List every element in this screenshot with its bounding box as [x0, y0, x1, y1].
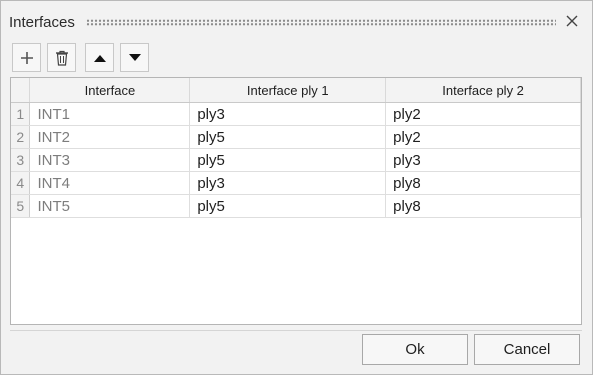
table-row[interactable]: 2 INT2 ply5 ply2: [11, 125, 581, 149]
interface-cell[interactable]: INT1: [29, 102, 191, 126]
interface-cell[interactable]: INT5: [29, 194, 191, 218]
ply2-cell[interactable]: ply8: [385, 171, 581, 195]
ply1-cell[interactable]: ply3: [189, 171, 387, 195]
table-row[interactable]: 5 INT5 ply5 ply8: [11, 194, 581, 218]
table-row[interactable]: 4 INT4 ply3 ply8: [11, 171, 581, 195]
column-header-interface-ply-2[interactable]: Interface ply 2: [385, 78, 581, 103]
dialog-titlebar[interactable]: Interfaces: [1, 1, 592, 37]
drag-grip[interactable]: [86, 19, 556, 26]
move-down-button[interactable]: [120, 43, 149, 72]
move-up-button[interactable]: [85, 43, 114, 72]
interface-cell[interactable]: INT2: [29, 125, 191, 149]
ply2-cell[interactable]: ply2: [385, 125, 581, 149]
ply2-cell[interactable]: ply2: [385, 102, 581, 126]
cancel-button[interactable]: Cancel: [474, 334, 580, 365]
ply1-cell[interactable]: ply5: [189, 125, 387, 149]
add-button[interactable]: [12, 43, 41, 72]
column-header-interface-ply-1[interactable]: Interface ply 1: [189, 78, 387, 103]
ply2-cell[interactable]: ply3: [385, 148, 581, 172]
row-number[interactable]: 2: [11, 125, 31, 149]
delete-button[interactable]: [47, 43, 76, 72]
dialog-title: Interfaces: [9, 14, 75, 31]
row-number[interactable]: 4: [11, 171, 31, 195]
ply1-cell[interactable]: ply3: [189, 102, 387, 126]
footer-divider: [10, 330, 582, 331]
interfaces-dialog: Interfaces Interface Interface ply 1 Int…: [0, 0, 593, 375]
table-row[interactable]: 3 INT3 ply5 ply3: [11, 148, 581, 172]
ok-button[interactable]: Ok: [362, 334, 468, 365]
column-header-interface[interactable]: Interface: [29, 78, 191, 103]
ply2-cell[interactable]: ply8: [385, 194, 581, 218]
row-number[interactable]: 3: [11, 148, 31, 172]
row-number[interactable]: 1: [11, 102, 31, 126]
interface-cell[interactable]: INT4: [29, 171, 191, 195]
table-row[interactable]: 1 INT1 ply3 ply2: [11, 102, 581, 126]
interface-cell[interactable]: INT3: [29, 148, 191, 172]
interfaces-table: Interface Interface ply 1 Interface ply …: [10, 77, 582, 325]
table-corner[interactable]: [11, 78, 31, 103]
ply1-cell[interactable]: ply5: [189, 148, 387, 172]
row-number[interactable]: 5: [11, 194, 31, 218]
close-icon[interactable]: [564, 13, 580, 29]
ply1-cell[interactable]: ply5: [189, 194, 387, 218]
